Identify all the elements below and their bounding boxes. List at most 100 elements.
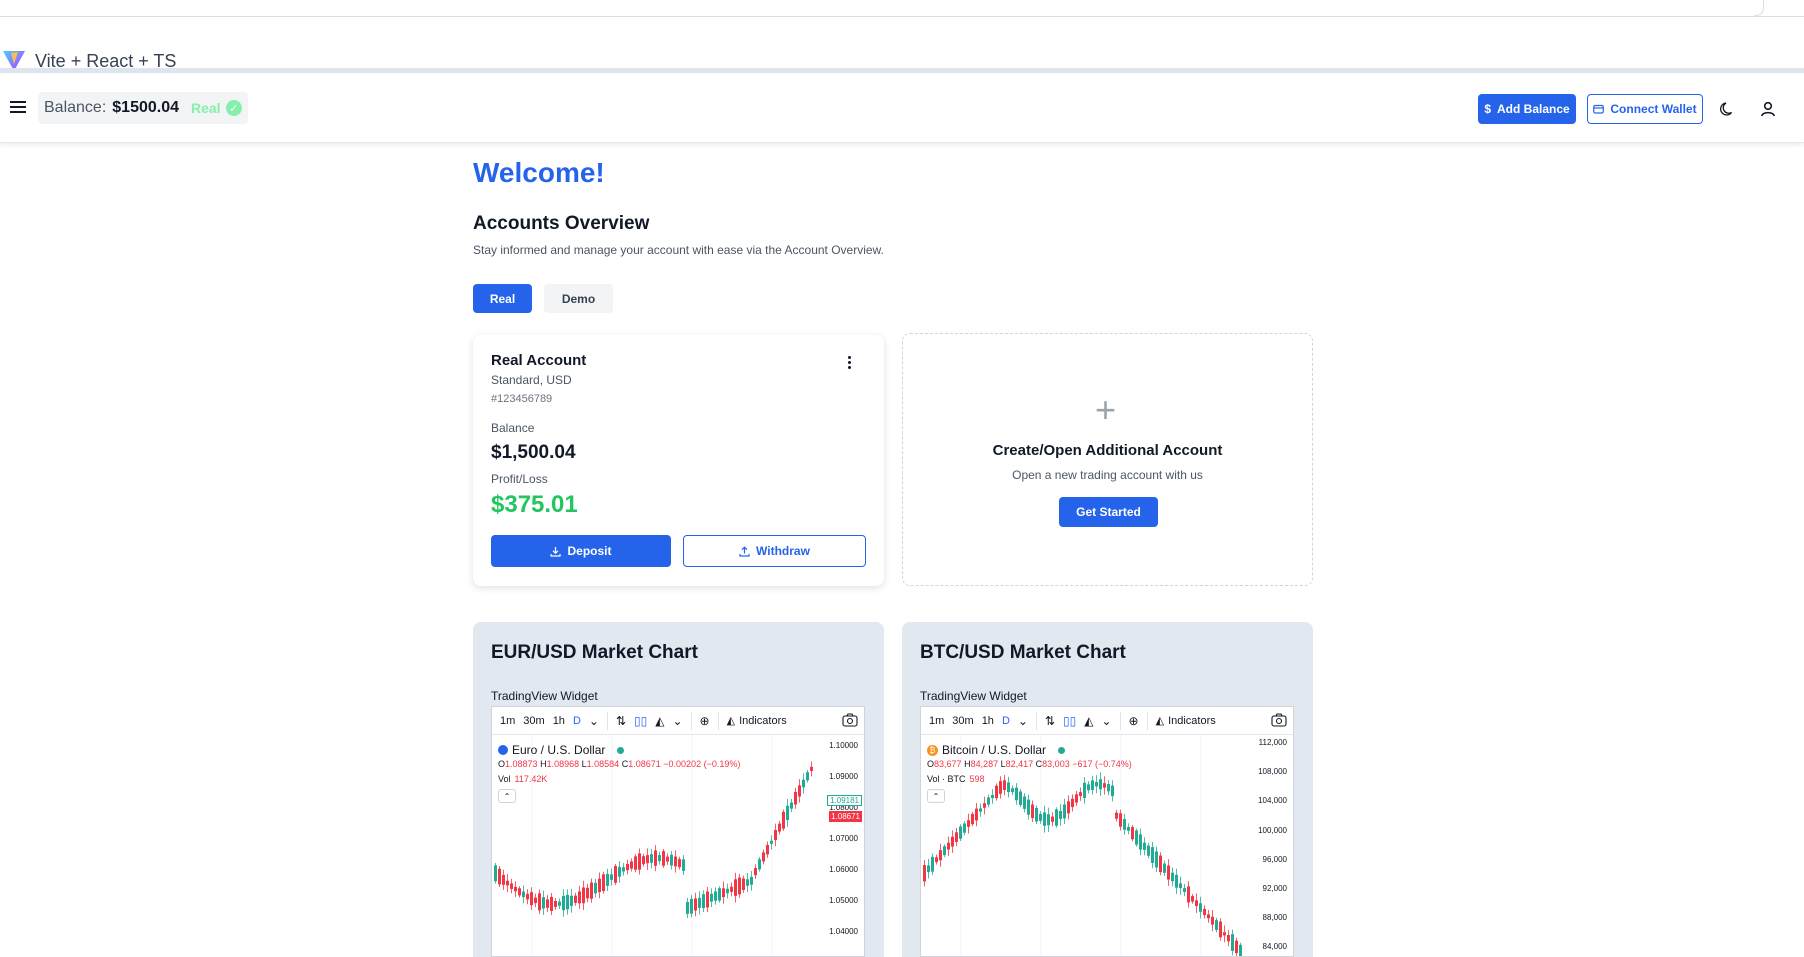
candle-body xyxy=(1103,783,1106,788)
indicators-icon: ◭ xyxy=(1155,715,1165,727)
market-open-icon xyxy=(617,746,625,754)
candle-body xyxy=(1223,932,1226,936)
area-chart-icon[interactable]: ◭ xyxy=(655,714,664,728)
candle-body xyxy=(658,855,661,862)
candles-icon[interactable]: ▯▯ xyxy=(1063,714,1076,728)
candle-body xyxy=(714,891,717,901)
bar-type-icon[interactable]: ⇅ xyxy=(1045,714,1055,728)
timeframe-30m[interactable]: 30m xyxy=(523,715,544,727)
bar-type-icon[interactable]: ⇅ xyxy=(616,714,626,728)
timeframe-1h[interactable]: 1h xyxy=(982,715,994,727)
plus-icon: + xyxy=(1095,389,1117,430)
candle-body xyxy=(518,888,521,896)
candle-body xyxy=(923,865,926,882)
candle-body xyxy=(790,802,793,809)
timeframe-30m[interactable]: 30m xyxy=(952,715,973,727)
tab-real[interactable]: Real xyxy=(473,284,532,313)
add-balance-button[interactable]: $ Add Balance xyxy=(1478,94,1576,124)
candle-body xyxy=(1175,874,1178,888)
symbol-legend: ₿ Bitcoin / U.S. Dollar xyxy=(927,743,1066,757)
timeframe-d[interactable]: D xyxy=(573,715,581,727)
price-tick-label: 108,000 xyxy=(1258,767,1287,777)
widget-label: TradingView Widget xyxy=(920,689,1027,703)
browser-tab[interactable]: Vite + React + TS xyxy=(0,17,1804,71)
menu-icon[interactable] xyxy=(10,101,26,115)
timeframe-1h[interactable]: 1h xyxy=(553,715,565,727)
camera-icon[interactable] xyxy=(1271,713,1287,727)
euro-flag-icon xyxy=(498,745,508,755)
candle-body xyxy=(810,766,813,771)
indicators-button[interactable]: ◭ Indicators xyxy=(1155,714,1216,728)
timeframe-1m[interactable]: 1m xyxy=(929,715,944,727)
area-chart-icon[interactable]: ◭ xyxy=(1084,714,1093,728)
get-started-button[interactable]: Get Started xyxy=(1059,497,1158,527)
candle-body xyxy=(522,891,525,898)
chevron-down-icon[interactable]: ⌄ xyxy=(589,714,599,728)
candle-body xyxy=(1135,830,1138,845)
candle-body xyxy=(1015,787,1018,801)
indicators-label: Indicators xyxy=(1168,714,1216,727)
volume-readout: Vol 117.42K xyxy=(498,774,548,784)
create-account-card[interactable]: + Create/Open Additional Account Open a … xyxy=(902,333,1313,586)
candle-body xyxy=(782,811,785,829)
withdraw-button[interactable]: Withdraw xyxy=(683,535,866,567)
tradingview-widget[interactable]: 1m 30m 1h D ⌄ ⇅ ▯▯ ◭ ⌄ ⊕ ◭ Indicators 1.1… xyxy=(491,706,865,957)
collapse-legend-icon[interactable]: ⌃ xyxy=(498,789,516,803)
collapse-legend-icon[interactable]: ⌃ xyxy=(927,789,945,803)
tab-demo[interactable]: Demo xyxy=(544,284,613,313)
tradingview-widget[interactable]: 1m 30m 1h D ⌄ ⇅ ▯▯ ◭ ⌄ ⊕ ◭ Indicators 112… xyxy=(920,706,1294,957)
candle-body xyxy=(654,850,657,866)
candle-body xyxy=(726,888,729,894)
candle-body xyxy=(979,808,982,812)
candle-body xyxy=(634,856,637,870)
candle-body xyxy=(650,854,653,863)
more-options-icon[interactable] xyxy=(846,356,852,372)
candle-body xyxy=(987,797,990,805)
balance-pill: Balance: $1500.04 Real ✓ xyxy=(38,92,248,124)
candle-body xyxy=(1183,888,1186,892)
candle-body xyxy=(983,803,986,808)
candle-body xyxy=(602,874,605,891)
timeframe-1m[interactable]: 1m xyxy=(500,715,515,727)
candle-body xyxy=(598,878,601,893)
candle-body xyxy=(1003,780,1006,791)
app-header: Balance: $1500.04 Real ✓ $ Add Balance C… xyxy=(0,73,1804,143)
candle-body xyxy=(558,901,561,906)
candle-body xyxy=(750,876,753,885)
price-tick-label: 104,000 xyxy=(1258,796,1287,806)
deposit-button[interactable]: Deposit xyxy=(491,535,671,567)
candle-body xyxy=(770,840,773,844)
candle-body xyxy=(766,844,769,855)
candle-body xyxy=(1127,826,1130,831)
candle-body xyxy=(514,886,517,892)
compare-add-icon[interactable]: ⊕ xyxy=(700,714,710,728)
candle-body xyxy=(538,893,541,911)
candle-body xyxy=(1091,780,1094,791)
candle-body xyxy=(1111,785,1114,797)
candle-body xyxy=(927,865,930,873)
user-icon[interactable] xyxy=(1759,100,1777,118)
chevron-down-icon[interactable]: ⌄ xyxy=(1018,714,1028,728)
candle-body xyxy=(646,855,649,864)
candle-body xyxy=(610,874,613,880)
price-axis[interactable]: 1.10000 1.09000 1.08000 1.07000 1.06000 1.050… xyxy=(818,735,864,956)
chevron-down-icon[interactable]: ⌄ xyxy=(1101,714,1111,728)
indicators-label: Indicators xyxy=(739,714,787,727)
moon-icon[interactable] xyxy=(1719,100,1737,118)
candle-body xyxy=(1023,796,1026,809)
connect-wallet-button[interactable]: Connect Wallet xyxy=(1587,94,1703,124)
timeframe-d[interactable]: D xyxy=(1002,715,1010,727)
candle-body xyxy=(594,882,597,894)
indicators-button[interactable]: ◭ Indicators xyxy=(727,714,787,728)
compare-add-icon[interactable]: ⊕ xyxy=(1129,714,1139,728)
camera-icon[interactable] xyxy=(842,713,858,727)
candle-body xyxy=(670,854,673,866)
chevron-down-icon[interactable]: ⌄ xyxy=(672,714,682,728)
symbol-name: Bitcoin / U.S. Dollar xyxy=(942,743,1047,757)
candle-body xyxy=(1115,812,1118,819)
candle-body xyxy=(618,866,621,877)
candle-body xyxy=(1059,810,1062,819)
price-axis[interactable]: 112,000 108,000 104,000 100,000 96,000 92,000… xyxy=(1247,735,1293,956)
candles-icon[interactable]: ▯▯ xyxy=(634,714,647,728)
balance-label: Balance: xyxy=(44,99,107,116)
